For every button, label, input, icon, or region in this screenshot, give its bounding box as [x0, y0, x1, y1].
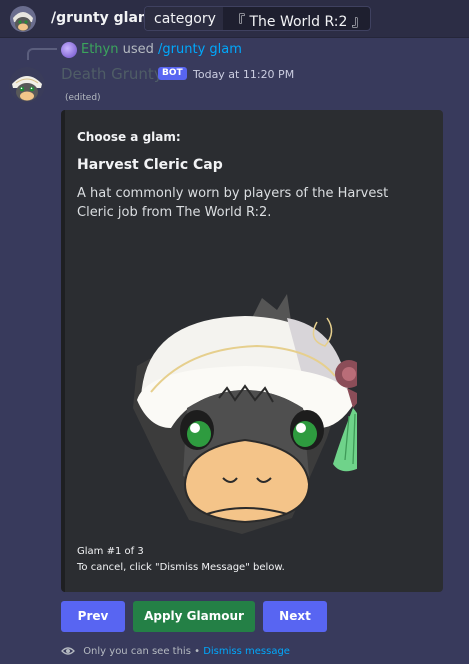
apply-glamour-button[interactable]: Apply Glamour [133, 601, 255, 632]
dismiss-message-link[interactable]: Dismiss message [203, 646, 290, 657]
ephemeral-separator: • [194, 646, 201, 657]
reply-username[interactable]: Ethyn [81, 42, 118, 57]
command-option-label: category [145, 7, 223, 30]
embed-footer-count: Glam #1 of 3 [77, 546, 144, 557]
reply-command-link[interactable]: /grunty glam [158, 42, 242, 57]
reply-user-avatar[interactable] [61, 42, 77, 58]
embed-card: Choose a glam: Harvest Cleric Cap A hat … [61, 110, 443, 592]
command-name: /grunty glam [51, 10, 153, 26]
message-author[interactable]: Death Grunty [61, 65, 163, 83]
embed-title: Harvest Cleric Cap [77, 157, 223, 173]
ephemeral-notice-text: Only you can see this [83, 646, 191, 657]
grunty-harvest-cleric-cap-image[interactable] [127, 288, 357, 536]
eye-icon [61, 647, 75, 655]
reply-reference[interactable]: Ethyn used /grunty glam [81, 42, 242, 57]
embed-description: A hat commonly worn by players of the Ha… [77, 186, 389, 220]
message-timestamp: Today at 11:20 PM [193, 68, 295, 81]
command-bar: /grunty glam category 『 The World R:2 』 [0, 0, 469, 38]
command-option-value[interactable]: 『 The World R:2 』 [223, 7, 370, 30]
bot-avatar[interactable] [8, 66, 46, 104]
edited-indicator: (edited) [65, 93, 101, 103]
command-option-field[interactable]: category 『 The World R:2 』 [144, 6, 371, 31]
reply-used-text: used [122, 42, 154, 57]
reply-spine [27, 48, 57, 60]
embed-label: Choose a glam: [77, 130, 181, 144]
grunty-avatar-icon [10, 6, 36, 32]
next-button[interactable]: Next [263, 601, 327, 632]
ephemeral-notice: Only you can see this • Dismiss message [61, 646, 290, 657]
embed-footer-hint: To cancel, click "Dismiss Message" below… [77, 562, 285, 573]
bot-badge: BOT [158, 67, 187, 80]
prev-button[interactable]: Prev [61, 601, 125, 632]
